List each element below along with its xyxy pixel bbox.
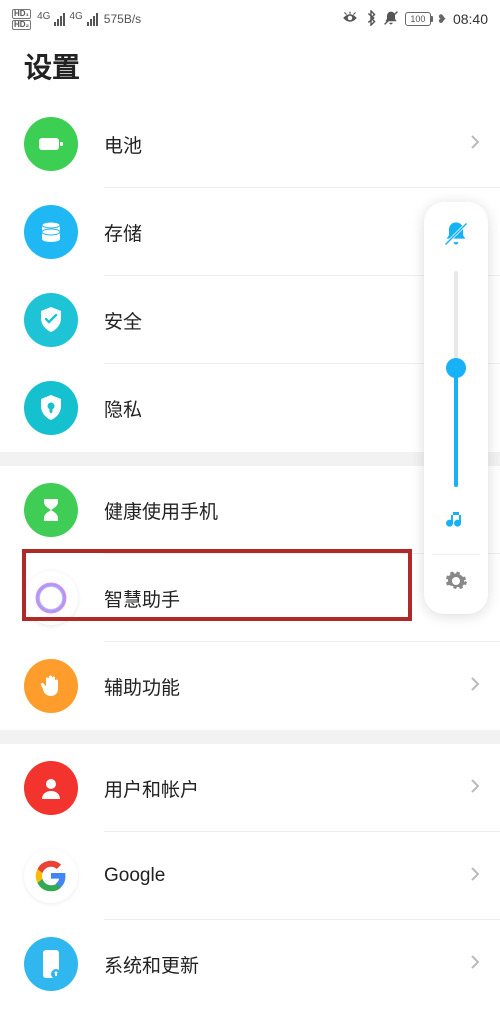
clock: 08:40 [453,11,488,27]
row-label: 隐私 [104,395,470,422]
row-label: 安全 [104,307,470,334]
shield-check-icon [24,293,78,347]
battery-icon [24,117,78,171]
hourglass-icon [24,483,78,537]
hd2-badge: HD₂ [12,20,31,30]
phone-update-icon [24,937,78,991]
hd1-badge: HD₁ [12,9,31,19]
row-label: 存储 [104,219,470,246]
row-battery[interactable]: 电池 [0,100,500,188]
storage-icon [24,205,78,259]
battery-indicator: 100 [405,12,431,26]
row-label: 辅助功能 [104,673,470,700]
status-bar: HD₁ HD₂ 4G 4G 575B/s 100 ❥ 08:40 [0,0,500,34]
group-divider [0,730,500,744]
leaf-icon: ❥ [437,12,447,26]
dnd-icon [383,10,399,29]
row-system[interactable]: 系统和更新 [0,920,500,1008]
page-title: 设置 [0,34,500,100]
volume-thumb[interactable] [446,358,466,378]
status-right: 100 ❥ 08:40 [341,10,488,29]
status-left: HD₁ HD₂ 4G 4G 575B/s [12,9,141,30]
row-label: 健康使用手机 [104,497,470,524]
row-users[interactable]: 用户和帐户 [0,744,500,832]
hand-icon [24,659,78,713]
chevron-right-icon [470,954,480,975]
row-accessibility[interactable]: 辅助功能 [0,642,500,730]
chevron-right-icon [470,676,480,697]
data-rate: 575B/s [104,12,141,26]
row-label: Google [104,865,470,887]
row-google[interactable]: Google [0,832,500,920]
music-note-icon[interactable] [444,509,468,538]
bluetooth-icon [365,10,377,29]
signal-2: 4G [69,13,97,26]
row-label: 智慧助手 [104,585,470,612]
gear-icon[interactable] [444,569,468,598]
volume-slider[interactable] [454,271,458,487]
chevron-right-icon [470,866,480,887]
volume-panel[interactable] [424,202,488,614]
row-label: 电池 [104,131,470,158]
eye-icon [341,11,359,28]
divider [432,554,480,555]
row-label: 用户和帐户 [104,775,470,802]
google-icon [24,849,78,903]
signal-1: 4G [37,13,65,26]
privacy-shield-icon [24,381,78,435]
chevron-right-icon [470,778,480,799]
row-label: 系统和更新 [104,951,470,978]
user-icon [24,761,78,815]
bell-mute-icon[interactable] [442,220,470,253]
chevron-right-icon [470,134,480,155]
assistant-icon [24,571,78,625]
